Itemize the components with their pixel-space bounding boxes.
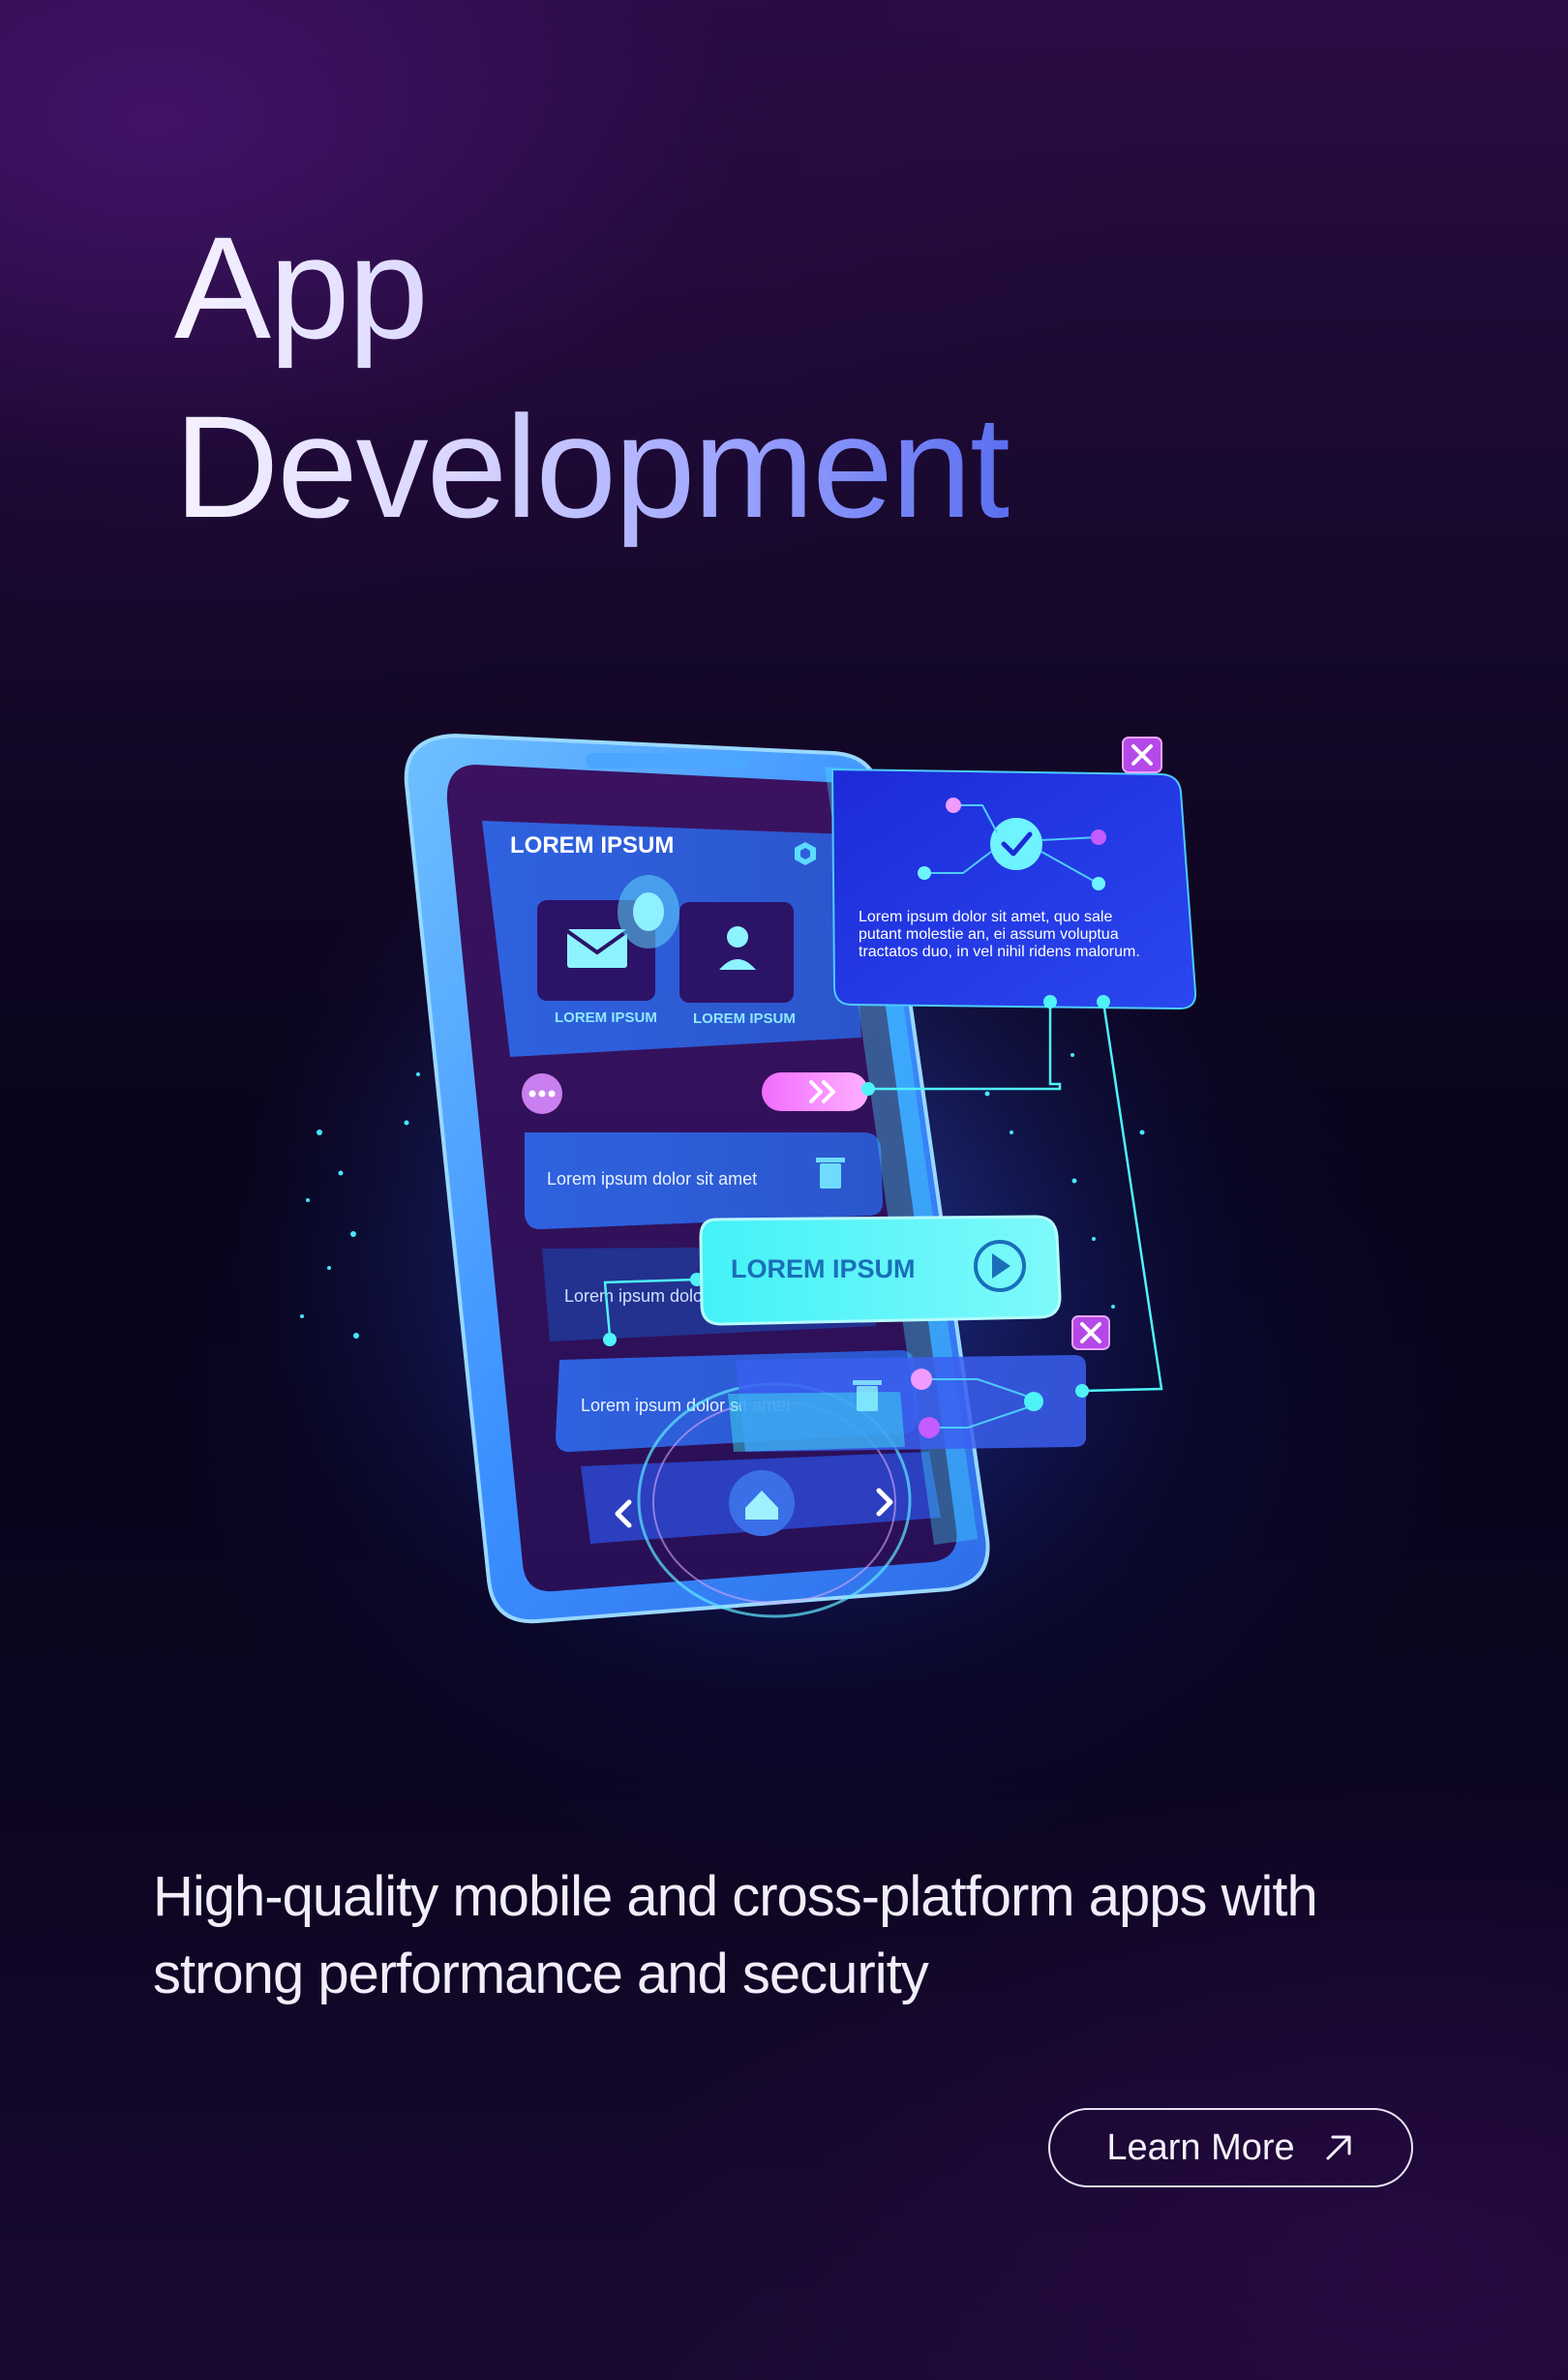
popup-text-line-1: Lorem ipsum dolor sit amet, quo sale bbox=[859, 909, 1112, 925]
hero-title-line-1: App bbox=[174, 206, 427, 369]
phone-illustration: LOREM IPSUM LOREM IPSUM LOREM IPSUM Lore… bbox=[0, 678, 1568, 1742]
tile-user-label: LOREM IPSUM bbox=[693, 1010, 796, 1027]
page: App Development LOREM IPSUM LOREM IPSUM … bbox=[0, 0, 1568, 2380]
tile-user[interactable] bbox=[679, 902, 794, 1003]
trash-icon[interactable] bbox=[853, 1380, 882, 1411]
mail-icon bbox=[565, 929, 629, 968]
learn-more-label: Learn More bbox=[1106, 2126, 1295, 2168]
header-card-title: LOREM IPSUM bbox=[510, 832, 674, 859]
learn-more-button[interactable]: Learn More bbox=[1048, 2108, 1413, 2187]
close-icon[interactable] bbox=[1071, 1315, 1110, 1350]
tagline-line-2: strong performance and security bbox=[153, 1943, 929, 2005]
popup-card bbox=[830, 768, 1197, 1010]
hero-title-line-2: Development bbox=[174, 385, 1009, 548]
hero-title: App Development bbox=[174, 198, 1009, 557]
tap-point bbox=[633, 892, 664, 931]
double-chevron-right-icon[interactable] bbox=[762, 1072, 868, 1111]
list-item-2-text: Lorem ipsum dolor bbox=[564, 1286, 709, 1306]
phone-illustration-svg: LOREM IPSUM LOREM IPSUM LOREM IPSUM Lore… bbox=[232, 733, 1239, 1684]
trash-icon[interactable] bbox=[816, 1158, 845, 1189]
translucent-tile bbox=[728, 1392, 905, 1452]
popup-text-line-3: tractatos duo, in vel nihil ridens malor… bbox=[859, 944, 1140, 960]
more-dots-icon[interactable] bbox=[522, 1073, 562, 1114]
tagline-line-1: High-quality mobile and cross-platform a… bbox=[153, 1865, 1318, 1928]
popup-text-line-2: putant molestie an, ei assum voluptua bbox=[859, 926, 1119, 943]
phone-speaker bbox=[586, 753, 750, 768]
check-icon bbox=[990, 818, 1042, 870]
home-icon[interactable] bbox=[729, 1470, 795, 1536]
arrow-up-right-icon bbox=[1326, 2135, 1351, 2160]
tagline: High-quality mobile and cross-platform a… bbox=[153, 1858, 1431, 2013]
list-item-1-text: Lorem ipsum dolor sit amet bbox=[547, 1169, 757, 1189]
floating-button-label: LOREM IPSUM bbox=[731, 1254, 916, 1283]
tile-mail-label: LOREM IPSUM bbox=[555, 1009, 657, 1026]
close-icon[interactable] bbox=[1122, 737, 1162, 773]
